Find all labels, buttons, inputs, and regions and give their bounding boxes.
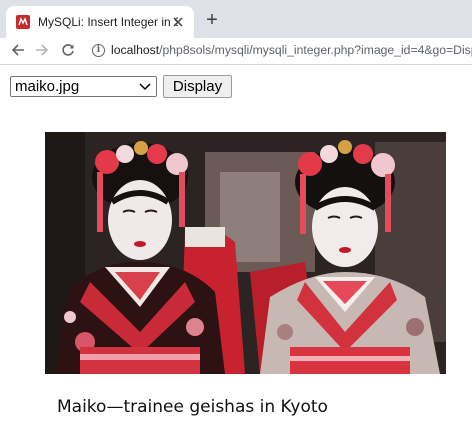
url-path: /php8sols/mysqli/mysqli_integer.php?imag… [159,43,472,57]
maiko-photo [45,132,446,374]
url-host: localhost [111,43,160,57]
image-caption: Maiko—trainee geishas in Kyoto [57,397,328,417]
arrow-left-icon [11,44,24,56]
browser-toolbar: i localhost/php8sols/mysqli/mysqli_integ… [0,38,472,64]
image-select-value: maiko.jpg [15,78,80,95]
tab-strip: MySQLi: Insert Integer in SQL + [0,0,472,38]
toolbar-divider [0,64,472,65]
display-button[interactable]: Display [163,75,232,98]
new-tab-button[interactable]: + [202,10,222,30]
reload-icon [62,44,74,56]
address-bar[interactable]: i localhost/php8sols/mysqli/mysqli_integ… [88,38,472,62]
url-text[interactable]: localhost/php8sols/mysqli/mysqli_integer… [111,43,472,57]
chevron-down-icon [139,82,151,90]
database-icon [16,15,30,29]
close-icon[interactable] [170,14,186,30]
back-button[interactable] [6,39,30,61]
tab-active[interactable]: MySQLi: Insert Integer in SQL [6,6,194,38]
arrow-right-icon [36,44,49,56]
maiko-photo-illustration [45,132,446,374]
forward-button[interactable] [30,39,54,61]
tab-title: MySQLi: Insert Integer in SQL [38,15,178,29]
info-icon[interactable]: i [92,43,105,57]
reload-button[interactable] [56,39,80,61]
image-select[interactable]: maiko.jpg [10,76,157,97]
